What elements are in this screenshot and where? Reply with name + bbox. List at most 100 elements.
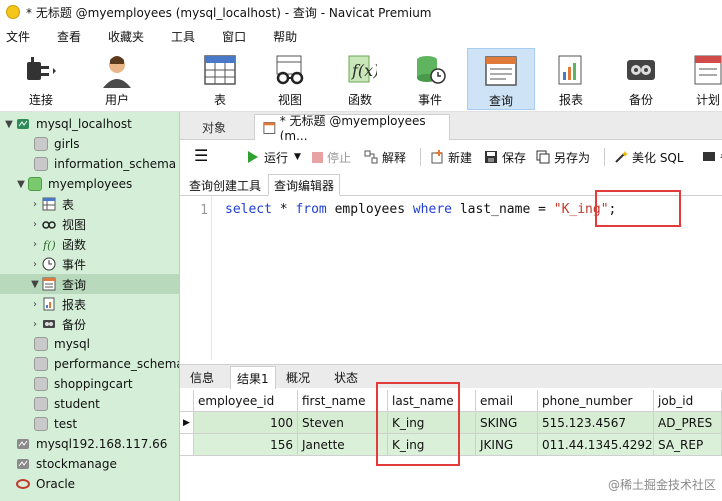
tree-item-mysql[interactable]: mysql [0, 334, 179, 354]
expand-arrow-icon[interactable]: › [30, 219, 40, 230]
tree-item-functions[interactable]: › f() 函数 [0, 234, 179, 254]
tree-item-information-schema[interactable]: information_schema [0, 154, 179, 174]
table-cell[interactable]: Steven [298, 412, 388, 434]
tree-item-backups[interactable]: › 备份 [0, 314, 179, 334]
save-as-label: 另存为 [554, 150, 591, 165]
expand-arrow-icon[interactable]: › [30, 319, 40, 330]
tab-result1[interactable]: 结果1 [230, 366, 276, 389]
new-icon [431, 150, 443, 164]
tab-info[interactable]: 信息 [184, 366, 220, 389]
tree-item-mysql-remote[interactable]: mysql192.168.117.66 [0, 434, 179, 454]
column-header[interactable]: phone_number [538, 390, 654, 412]
new-button[interactable]: 新建 [430, 148, 472, 166]
menu-file[interactable]: 文件 [6, 28, 30, 45]
tree-item-views[interactable]: › 视图 [0, 214, 179, 234]
table-cell[interactable]: JKING [476, 434, 538, 456]
tree-item-stockmanage[interactable]: stockmanage [0, 454, 179, 474]
column-header[interactable]: employee_id [194, 390, 298, 412]
expand-arrow-icon[interactable]: › [30, 299, 40, 310]
expand-arrow-icon[interactable]: › [30, 239, 40, 250]
plan-button[interactable]: 计划 [684, 48, 722, 110]
beautify-sql-button[interactable]: 美化 SQL [614, 148, 684, 166]
tree-item-performance-schema[interactable]: performance_schema [0, 354, 179, 374]
tab-query-editor[interactable]: 查询编辑器 [268, 174, 341, 196]
column-header[interactable]: email [476, 390, 538, 412]
event-button[interactable]: 事件 [400, 48, 460, 110]
column-header[interactable]: job_id [654, 390, 722, 412]
tree-item-test[interactable]: test [0, 414, 179, 434]
highlight-box-value [595, 190, 681, 227]
column-header[interactable]: first_name [298, 390, 388, 412]
database-icon [34, 417, 48, 431]
report-button[interactable]: 报表 [542, 48, 600, 110]
table-button[interactable]: 表 [190, 48, 250, 110]
tab-objects[interactable]: 对象 [180, 114, 248, 140]
sql-editor[interactable]: 1 select * from employees where last_nam… [180, 190, 722, 360]
save-as-button[interactable]: 另存为 [536, 148, 590, 166]
table-cell[interactable]: 515.123.4567 [538, 412, 654, 434]
magic-wand-icon [615, 151, 628, 163]
table-cell[interactable]: SA_REP [654, 434, 722, 456]
row-indicator-icon[interactable]: ▶ [180, 412, 194, 434]
function-button[interactable]: f(x) 函数 [330, 48, 390, 110]
menu-tools[interactable]: 工具 [171, 28, 195, 45]
table-cell[interactable]: 156 [194, 434, 298, 456]
table-cell[interactable]: SKING [476, 412, 538, 434]
query-button[interactable]: 查询 [467, 48, 535, 110]
menu-help[interactable]: 帮助 [273, 28, 297, 45]
tab-status[interactable]: 状态 [328, 366, 364, 389]
tab-query-builder[interactable]: 查询创建工具 [184, 174, 266, 196]
expand-arrow-icon[interactable]: › [30, 259, 40, 270]
tree-item-girls[interactable]: girls [0, 134, 179, 154]
table-cell[interactable]: 011.44.1345.429268 [538, 434, 654, 456]
collapse-arrow-icon[interactable]: ▼ [4, 119, 14, 130]
tree-item-tables[interactable]: › 表 [0, 194, 179, 214]
sql-code-line[interactable]: select * from employees where last_name … [225, 202, 616, 217]
table-cell[interactable]: AD_PRES [654, 412, 722, 434]
view-button[interactable]: 视图 [260, 48, 320, 110]
toolbar-divider [604, 148, 605, 166]
tree-item-mysql-localhost[interactable]: ▼ mysql_localhost [0, 114, 179, 134]
tab-profile[interactable]: 概况 [280, 366, 316, 389]
tree-item-events[interactable]: › 事件 [0, 254, 179, 274]
stop-icon [312, 151, 323, 163]
menu-favorites[interactable]: 收藏夹 [108, 28, 144, 45]
row-indicator[interactable] [180, 434, 194, 456]
user-label: 用户 [104, 93, 129, 107]
table-cell[interactable]: Janette [298, 434, 388, 456]
tree-label: 备份 [62, 317, 87, 332]
user-button[interactable]: 用户 [88, 48, 146, 110]
tree-item-myemployees[interactable]: ▼ myemployees [0, 174, 179, 194]
menu-icon[interactable]: ☰ [194, 148, 208, 164]
report-icon [43, 297, 55, 311]
query-label: 查询 [488, 94, 513, 108]
more-button[interactable]: 备 [702, 148, 722, 166]
function-label: 函数 [347, 93, 372, 107]
tree-item-shoppingcart[interactable]: shoppingcart [0, 374, 179, 394]
collapse-arrow-icon[interactable]: ▼ [30, 279, 40, 290]
tree-label: test [54, 417, 78, 431]
menu-view[interactable]: 查看 [57, 28, 81, 45]
run-button[interactable]: 运行 ▼ [248, 148, 301, 166]
table-icon [42, 197, 56, 211]
tree-label: student [54, 397, 100, 411]
collapse-arrow-icon[interactable]: ▼ [16, 179, 26, 190]
table-cell[interactable]: 100 [194, 412, 298, 434]
tree-item-student[interactable]: student [0, 394, 179, 414]
tree-item-oracle[interactable]: Oracle [0, 474, 179, 494]
tree-item-reports[interactable]: › 报表 [0, 294, 179, 314]
explain-button[interactable]: 解释 [364, 148, 406, 166]
toolbar-divider [420, 148, 421, 166]
stop-button[interactable]: 停止 [312, 148, 351, 166]
connect-button[interactable]: 连接 [8, 48, 74, 110]
expand-arrow-icon[interactable]: › [30, 199, 40, 210]
save-button[interactable]: 保存 [484, 148, 526, 166]
report-icon [558, 55, 582, 85]
connection-tree: ▼ mysql_localhost girls information_sche… [0, 112, 180, 501]
backup-button[interactable]: 备份 [612, 48, 670, 110]
tree-item-queries[interactable]: ▼ 查询 [0, 274, 179, 294]
connect-label: 连接 [28, 93, 53, 107]
tab-query[interactable]: * 无标题 @myemployees (m... [254, 114, 450, 143]
menu-window[interactable]: 窗口 [222, 28, 246, 45]
chevron-down-icon[interactable]: ▼ [294, 152, 301, 162]
